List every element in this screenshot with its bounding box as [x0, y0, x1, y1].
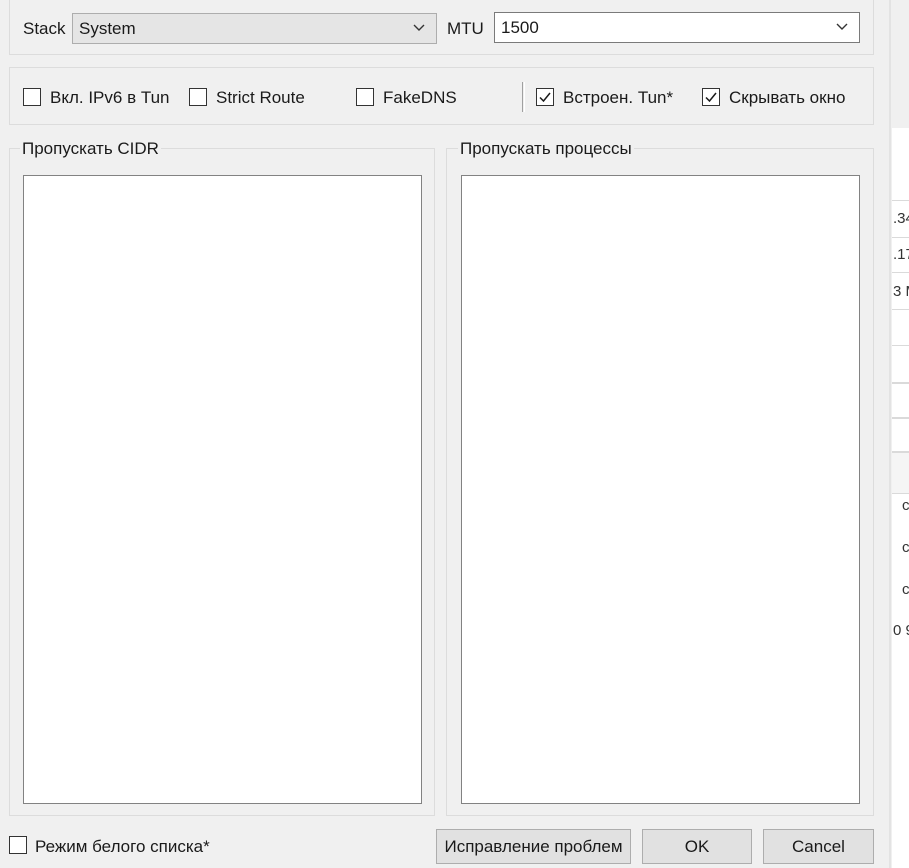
stack-value: System — [79, 18, 136, 38]
options-separator — [522, 82, 525, 112]
whitelist-checkbox[interactable] — [9, 836, 27, 854]
background-text: c — [902, 581, 909, 598]
checkmark-icon — [539, 92, 551, 103]
strict-route-checkbox[interactable] — [189, 88, 207, 106]
builtin-tun-checkbox[interactable] — [536, 88, 554, 106]
stack-label: Stack — [23, 19, 66, 38]
bypass-cidr-label: Пропускать CIDR — [20, 139, 161, 159]
troubleshoot-button[interactable]: Исправление проблем — [436, 829, 631, 864]
window-edge — [889, 0, 891, 868]
stack-select[interactable]: System — [72, 13, 437, 44]
mtu-value: 1500 — [501, 17, 539, 37]
bypass-cidr-textarea[interactable] — [23, 175, 422, 804]
bypass-process-textarea[interactable] — [461, 175, 860, 804]
hide-window-checkbox[interactable] — [702, 88, 720, 106]
background-text: c — [902, 539, 909, 556]
background-text: .34 — [893, 210, 909, 227]
fakedns-checkbox[interactable] — [356, 88, 374, 106]
chevron-down-icon — [413, 24, 425, 31]
background-text: 0 9 — [893, 622, 909, 639]
strict-route-label: Strict Route — [216, 88, 305, 107]
checkmark-icon — [705, 92, 717, 103]
mtu-select[interactable]: 1500 — [494, 12, 860, 43]
background-text: .17 — [893, 246, 909, 263]
background-text: c — [902, 497, 909, 514]
cancel-button[interactable]: Cancel — [763, 829, 874, 864]
background-text: 3 M — [893, 283, 909, 300]
whitelist-label: Режим белого списка* — [35, 837, 210, 856]
hide-window-label: Скрывать окно — [729, 88, 846, 107]
ipv6-label: Вкл. IPv6 в Tun — [50, 88, 170, 107]
ipv6-checkbox[interactable] — [23, 88, 41, 106]
chevron-down-icon — [836, 23, 848, 30]
bypass-process-label: Пропускать процессы — [458, 139, 634, 159]
background-window — [892, 0, 909, 868]
ok-button[interactable]: OK — [642, 829, 752, 864]
mtu-label: MTU — [447, 19, 484, 38]
builtin-tun-label: Встроен. Tun* — [563, 88, 674, 107]
fakedns-label: FakeDNS — [383, 88, 457, 107]
